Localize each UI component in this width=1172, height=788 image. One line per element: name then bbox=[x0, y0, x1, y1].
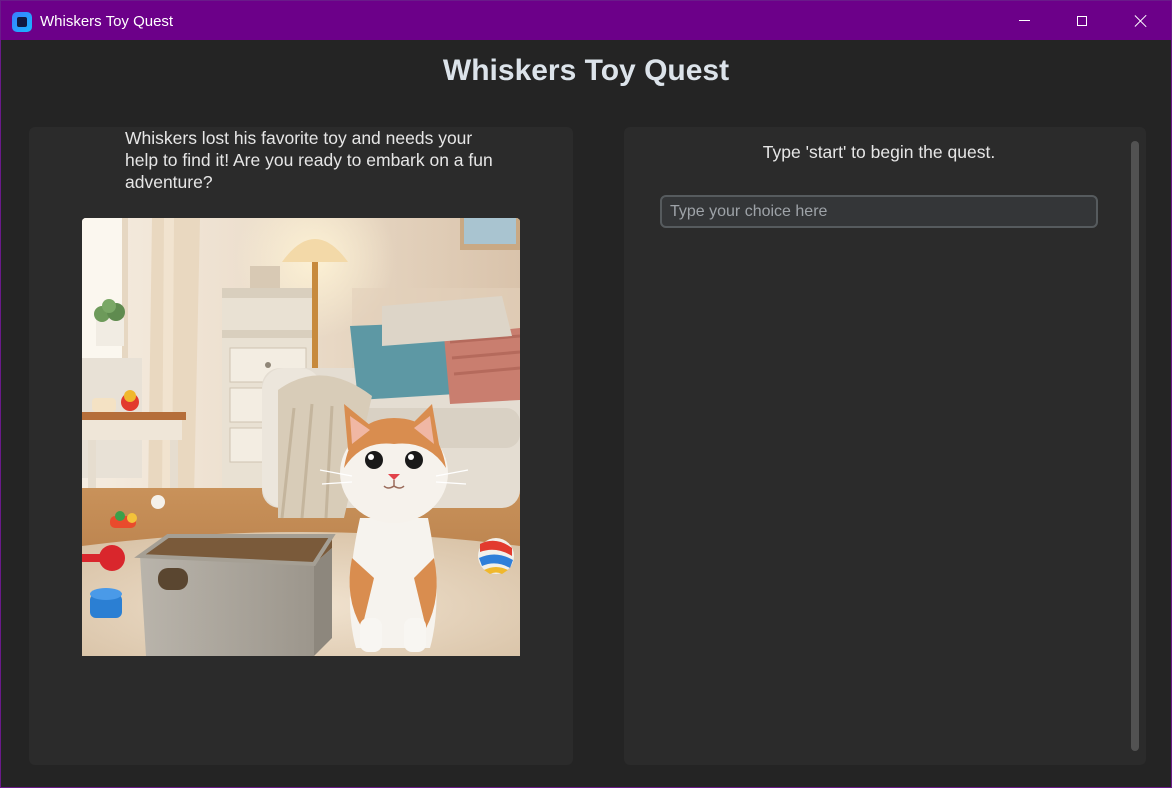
story-panel: Whiskers lost his favorite toy and needs… bbox=[29, 127, 573, 765]
app-window: Whiskers Toy Quest Whiskers Toy Quest Wh… bbox=[0, 0, 1172, 788]
close-button[interactable] bbox=[1112, 1, 1170, 40]
kitten-living-room-image bbox=[82, 218, 520, 656]
close-icon bbox=[1134, 14, 1148, 28]
input-panel: Type 'start' to begin the quest. bbox=[624, 127, 1146, 765]
window-title: Whiskers Toy Quest bbox=[40, 13, 174, 30]
maximize-icon bbox=[1077, 15, 1087, 26]
story-text: Whiskers lost his favorite toy and needs… bbox=[125, 128, 493, 192]
minimize-button[interactable] bbox=[995, 1, 1053, 40]
choice-input[interactable] bbox=[660, 195, 1098, 228]
scrollbar[interactable] bbox=[1130, 141, 1140, 751]
prompt-text: Type 'start' to begin the quest. bbox=[762, 142, 996, 162]
app-icon bbox=[12, 12, 32, 32]
title-bar[interactable]: Whiskers Toy Quest bbox=[1, 1, 1171, 40]
page-title: Whiskers Toy Quest bbox=[442, 54, 730, 87]
scrollbar-thumb[interactable] bbox=[1131, 141, 1139, 751]
minimize-icon bbox=[1018, 20, 1030, 21]
maximize-button[interactable] bbox=[1053, 1, 1111, 40]
scene-illustration bbox=[82, 218, 520, 656]
